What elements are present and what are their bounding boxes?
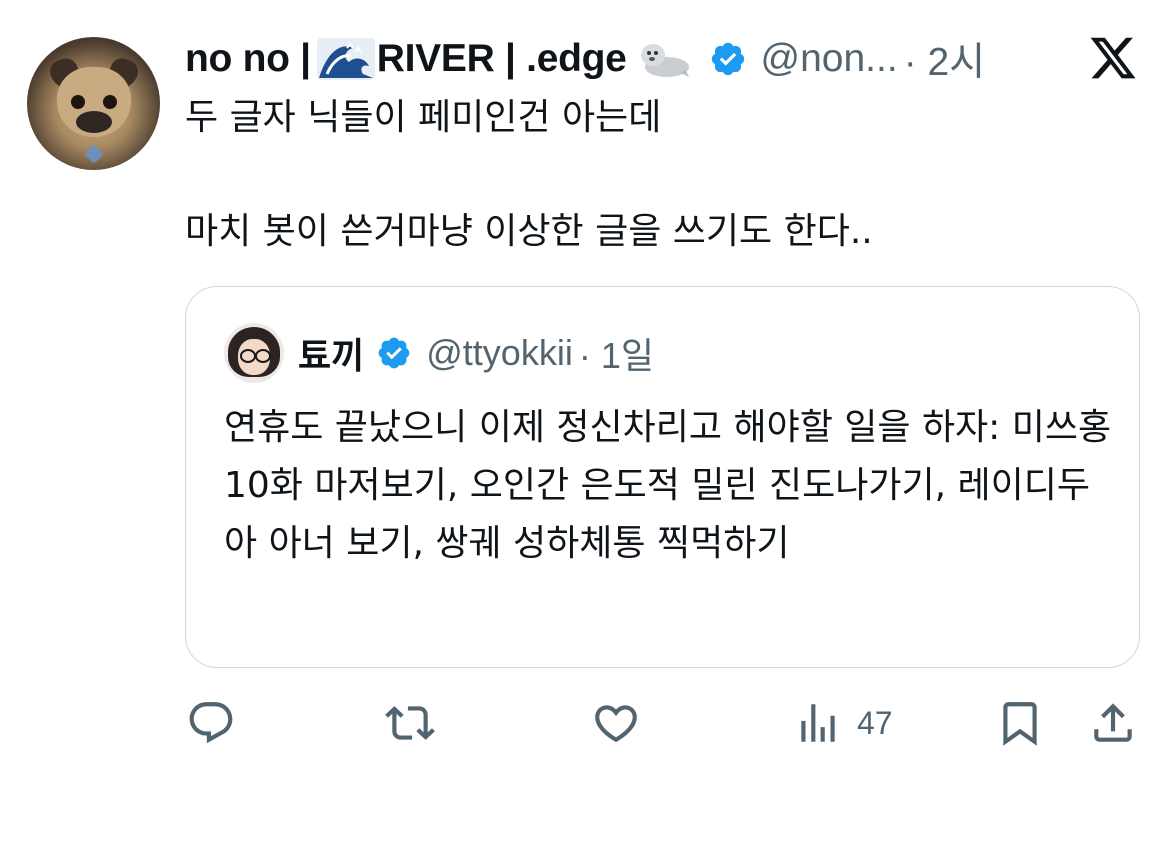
author-name-river[interactable]: RIVER | .edge — [377, 37, 627, 81]
author-name[interactable]: no no | — [185, 37, 311, 81]
share-button[interactable] — [1088, 698, 1138, 748]
tweet-actions: 47 — [0, 690, 1170, 760]
quoted-tweet[interactable]: 툐끼 @ttyokkii · 1일 연휴도 끝났으니 이제 정신차리고 해야할 … — [185, 286, 1140, 668]
quoted-tweet-time[interactable]: · 1일 — [579, 327, 654, 379]
tweet-text-line: 두 글자 닉들이 페미인건 아는데 — [185, 97, 662, 138]
quoted-author-handle[interactable]: @ttyokkii — [426, 332, 573, 374]
views-button[interactable]: 47 — [793, 698, 893, 748]
author-handle[interactable]: @non... — [761, 37, 898, 81]
quoted-tweet-header: 툐끼 @ttyokkii · 1일 — [298, 327, 654, 379]
quoted-author-avatar[interactable] — [224, 323, 284, 383]
like-button[interactable] — [591, 698, 641, 748]
like-icon — [595, 705, 637, 743]
verified-icon — [711, 42, 744, 76]
x-logo-icon[interactable] — [1087, 33, 1139, 83]
wave-emoji-icon — [316, 38, 375, 80]
views-icon — [801, 704, 835, 742]
quoted-tweet-text: 연휴도 끝났으니 이제 정신차리고 해야할 일을 하자: 미쓰홍 10화 마저보… — [224, 407, 1112, 564]
reply-button[interactable] — [186, 698, 236, 748]
views-count: 47 — [857, 704, 893, 741]
seal-emoji-icon — [640, 44, 689, 77]
tweet-time[interactable]: · 2시 — [904, 31, 985, 87]
author-avatar[interactable] — [27, 37, 160, 170]
tweet-text-line: 마치 봇이 쓴거마냥 이상한 글을 쓰기도 한다.. — [185, 211, 873, 252]
reply-icon — [189, 702, 233, 744]
bookmark-icon — [1003, 702, 1037, 746]
retweet-icon — [385, 706, 435, 740]
tweet-header: no no | RIVER | .edge @non... · 2시 — [185, 33, 985, 85]
retweet-button[interactable] — [385, 698, 435, 748]
verified-icon — [378, 337, 410, 369]
quoted-author-name[interactable]: 툐끼 — [298, 327, 364, 379]
share-icon — [1094, 703, 1132, 742]
tweet-text: 두 글자 닉들이 페미인건 아는데 마치 봇이 쓴거마냥 이상한 글을 쓰기도 … — [185, 90, 873, 260]
bookmark-button[interactable] — [995, 698, 1045, 748]
